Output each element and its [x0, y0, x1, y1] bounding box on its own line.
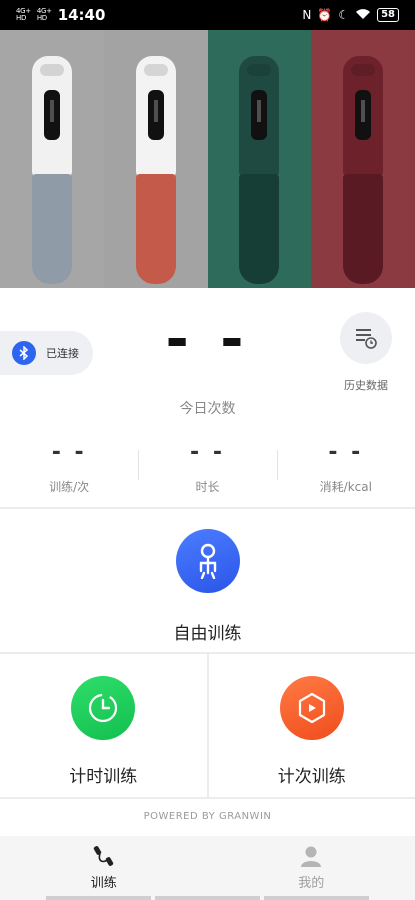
count-training-card[interactable]: 计次训练	[206, 654, 415, 797]
tab-label: 我的	[298, 876, 325, 891]
hexagon-counter-icon	[298, 692, 325, 724]
nfc-icon: N	[302, 8, 312, 22]
product-banner[interactable]	[0, 30, 415, 288]
banner-panel-orange	[103, 30, 208, 288]
person-jump-icon	[199, 543, 217, 579]
tab-training[interactable]: 训练	[0, 836, 208, 900]
stat-calories: - - 消耗/kcal	[276, 440, 415, 500]
stat-value: - -	[190, 440, 225, 465]
history-label: 历史数据	[344, 379, 388, 392]
stat-label: 时长	[195, 480, 220, 494]
bluetooth-icon	[12, 341, 36, 365]
banner-panel-green	[207, 30, 312, 288]
rope-handle-image	[31, 56, 72, 288]
stat-label: 消耗/kcal	[319, 480, 372, 494]
tab-mine[interactable]: 我的	[208, 836, 415, 900]
stat-duration: - - 时长	[138, 440, 276, 500]
moon-icon: ☾	[338, 8, 350, 22]
network-indicator-1: 4G+ HD	[16, 7, 31, 22]
free-training-button[interactable]	[176, 529, 240, 593]
timer-training-label: 计时训练	[69, 767, 138, 787]
jump-rope-icon	[93, 846, 113, 866]
connection-label: 已连接	[46, 347, 79, 360]
system-nav-indicator	[0, 896, 415, 900]
user-icon	[301, 846, 322, 867]
free-training-card[interactable]: 自由训练	[0, 509, 415, 652]
banner-panel-grey	[0, 30, 104, 288]
device-connection-status[interactable]: 已连接	[0, 331, 93, 375]
battery-indicator: 58	[377, 8, 399, 22]
count-training-button[interactable]	[279, 676, 344, 740]
powered-by-text: POWERED BY GRANWIN	[143, 811, 272, 822]
network-indicator-2: 4G+ HD	[36, 7, 52, 22]
wifi-icon	[355, 8, 371, 23]
today-count-label: 今日次数	[179, 401, 236, 417]
divider	[0, 797, 415, 799]
clock-icon	[88, 693, 118, 723]
rope-handle-image	[343, 56, 384, 288]
stats-row: - - 训练/次 - - 时长 - - 消耗/kcal	[0, 440, 415, 500]
timer-training-button[interactable]	[71, 676, 135, 740]
free-training-label: 自由训练	[173, 624, 242, 644]
stat-value: - -	[328, 440, 364, 465]
alarm-icon: ⏰	[317, 8, 333, 22]
clock: 14:40	[57, 6, 106, 24]
count-training-label: 计次训练	[277, 767, 346, 787]
rope-handle-image	[239, 56, 280, 288]
timer-training-card[interactable]: 计时训练	[0, 654, 207, 797]
stat-value: - -	[51, 440, 87, 465]
rope-handle-image	[135, 56, 176, 288]
banner-panel-red	[311, 30, 415, 288]
history-button[interactable]	[340, 312, 392, 364]
training-modes-grid: 计时训练 计次训练	[0, 654, 415, 797]
today-count-value: - -	[165, 307, 250, 372]
status-bar: 4G+ HD 4G+ HD 14:40 N ⏰ ☾ 58	[0, 0, 415, 30]
tab-label: 训练	[90, 876, 117, 891]
history-list-icon	[356, 329, 377, 349]
bottom-tab-bar: 训练 我的	[0, 836, 415, 900]
stat-label: 训练/次	[49, 480, 90, 494]
stat-training-count: - - 训练/次	[0, 440, 138, 500]
